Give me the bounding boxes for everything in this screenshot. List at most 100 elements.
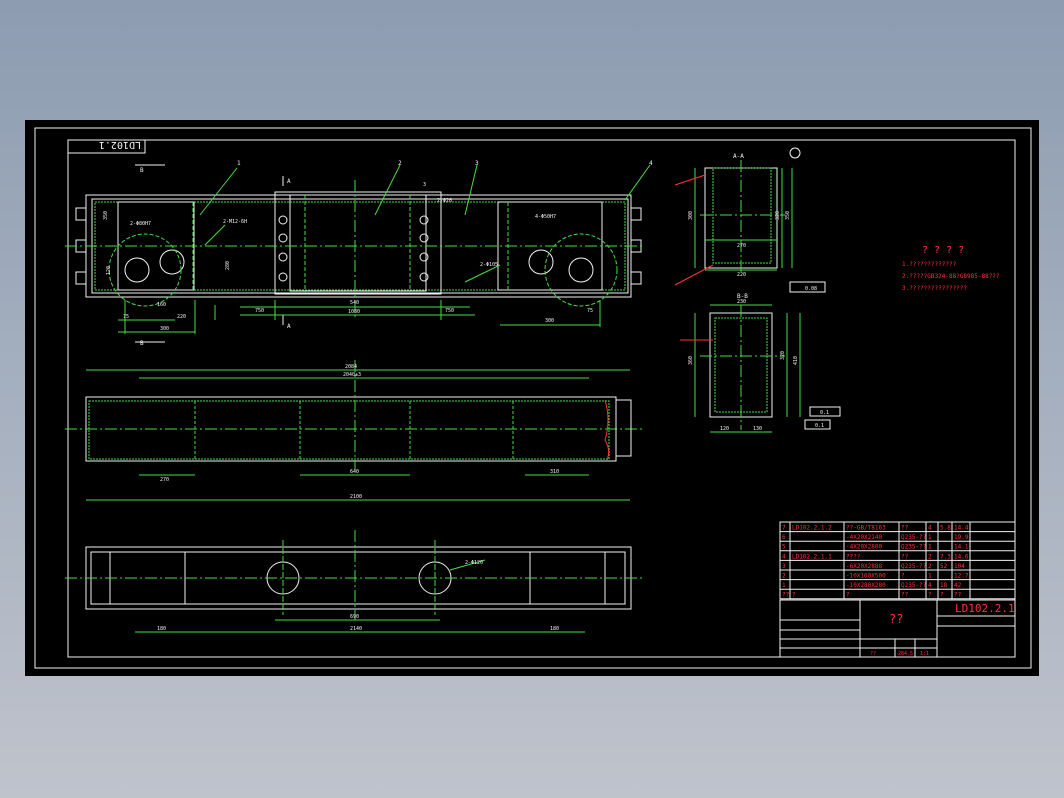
sb-dim-230: 230 bbox=[737, 299, 746, 305]
drawing-sheet: LD102.1 A A B B 1 2 3 4 2-Φ80H7 2-M12-6H… bbox=[25, 120, 1039, 676]
dim-220: 220 bbox=[177, 314, 186, 320]
parts-header-cell: ? bbox=[846, 592, 850, 599]
parts-table: 7 LD102.2.1.2 ??-GB/T8163?? 4 5.8 14.4 6 -4X20X… bbox=[779, 521, 1016, 600]
sb-tol-1: 0.1 bbox=[820, 410, 829, 416]
parts-cell: 19.9 bbox=[954, 534, 969, 541]
parts-cell: ??-GB/T8163 bbox=[846, 525, 886, 532]
front-view: 2084 2040±3 270 640 310 2100 bbox=[65, 360, 645, 501]
parts-cell: 12.7 bbox=[954, 573, 969, 580]
parts-cell: 1 bbox=[928, 573, 932, 580]
parts-cell: 104 bbox=[954, 563, 965, 570]
parts-cell: -6X20X2888 bbox=[846, 563, 883, 570]
title-ratio: ?? bbox=[870, 651, 876, 657]
bottom-view: 2-Φ120 180 690 2140 180 bbox=[65, 530, 645, 633]
sa-dim-350: 350 bbox=[785, 211, 791, 220]
dim-1080: 1080 bbox=[348, 309, 360, 315]
parts-header-cell: ? bbox=[792, 592, 796, 599]
parts-header-cell: ?? bbox=[954, 592, 962, 599]
dim-180-left: 180 bbox=[157, 626, 166, 632]
parts-cell: 14.1 bbox=[954, 544, 969, 551]
dim-300-left: 300 bbox=[160, 326, 169, 332]
parts-cell: 6 bbox=[782, 534, 786, 541]
note-phi120: 2-Φ120 bbox=[465, 560, 483, 566]
parts-header-cell: ?? bbox=[782, 592, 790, 599]
parts-cell: 2 bbox=[782, 573, 786, 580]
dim-640: 640 bbox=[350, 469, 359, 475]
parts-cell: LD102.2.1.1 bbox=[792, 553, 832, 560]
parts-cell: 4 bbox=[782, 553, 786, 560]
notes-title: ? ? ? ? bbox=[922, 245, 964, 256]
parts-cell: 1 bbox=[782, 582, 786, 589]
parts-cell: -10X280X280 bbox=[846, 582, 886, 589]
notes-line-3: 3.???????????????? bbox=[902, 285, 967, 292]
dim-v-280: 280 bbox=[225, 261, 231, 270]
parts-cell: 7 bbox=[782, 525, 786, 532]
parts-cell: ? bbox=[901, 573, 905, 580]
sb-dim-360: 360 bbox=[688, 356, 694, 365]
dim-300-right: 300 bbox=[545, 318, 554, 324]
parts-header-cell: ?? bbox=[901, 592, 909, 599]
sb-dim-120: 120 bbox=[720, 426, 729, 432]
balloon-1: 1 bbox=[237, 160, 241, 167]
parts-cell: 52 bbox=[940, 563, 948, 570]
sb-dim-410: 410 bbox=[793, 356, 799, 365]
dim-310: 310 bbox=[550, 469, 559, 475]
notes-line-2: 2.?????GB324-88?G8985-88??? bbox=[902, 273, 1000, 280]
parts-cell: 7.3 bbox=[940, 553, 951, 560]
dim-v-120: 120 bbox=[106, 266, 112, 275]
section-a-marker-bottom: A bbox=[287, 323, 291, 330]
section-a-title: A-A bbox=[733, 153, 744, 160]
parts-cell: -4X20X2800 bbox=[846, 544, 883, 551]
parts-cell: 14.4 bbox=[954, 525, 969, 532]
dim-270: 270 bbox=[160, 477, 169, 483]
dim-2100: 2100 bbox=[350, 494, 362, 500]
parts-cell: 2 bbox=[928, 553, 932, 560]
parts-cell: Q235-?? bbox=[901, 563, 927, 570]
parts-cell: Q235-?? bbox=[901, 534, 927, 541]
parts-cell: 2 bbox=[928, 563, 932, 570]
dim-750-right: 750 bbox=[445, 308, 454, 314]
dim-180-right: 180 bbox=[550, 626, 559, 632]
dim-75-left: 75 bbox=[123, 314, 129, 320]
dim-750-left: 750 bbox=[255, 308, 264, 314]
section-b-marker-bottom: B bbox=[140, 340, 144, 347]
balloon-3: 3 bbox=[475, 160, 479, 167]
sb-dim-130: 130 bbox=[753, 426, 762, 432]
note-hole-left: 2-Φ80H7 bbox=[130, 221, 151, 227]
title-drawing-no: LD102.2.1 bbox=[955, 602, 1015, 615]
note-m12: 2-M12-6H bbox=[223, 219, 247, 225]
parts-cell: 14.6 bbox=[954, 553, 969, 560]
sa-dim-320: 320 bbox=[775, 211, 781, 220]
title-name: ?? bbox=[889, 612, 903, 626]
title-mass: 284.5 bbox=[898, 651, 913, 657]
note-4m8: 2-Φ20 bbox=[437, 198, 452, 204]
notes-line-1: 1.????????????? bbox=[902, 261, 957, 268]
title-block: LD102.2.1 ?? ?? 284.5 1:1 bbox=[779, 599, 1016, 658]
parts-cell: 1 bbox=[928, 534, 932, 541]
parts-cell: 4 bbox=[928, 525, 932, 532]
parts-header-cell: ? bbox=[940, 592, 944, 599]
dim-2040: 2040±3 bbox=[343, 372, 361, 378]
balloon-4: 4 bbox=[649, 160, 653, 167]
drawing-number-text: LD102.1 bbox=[99, 139, 141, 150]
parts-cell: -4X20X2140 bbox=[846, 534, 883, 541]
section-b-view: B-B 230 320 360 120 130 410 0.1 0.1 bbox=[680, 293, 841, 433]
parts-header-cell: ? bbox=[928, 592, 932, 599]
drawing-number-box: LD102.1 bbox=[68, 139, 146, 154]
parts-cell: Q235-?? bbox=[901, 544, 927, 551]
section-a-marker: A bbox=[287, 178, 291, 185]
parts-cell: 1 bbox=[928, 544, 932, 551]
sb-dim-320: 320 bbox=[780, 351, 786, 360]
dim-v-350: 350 bbox=[103, 211, 109, 220]
note-hole-right: 4-Φ50H7 bbox=[535, 214, 556, 220]
main-view: A A B B 1 2 3 4 2-Φ80H7 2-M12-6H 2-Φ20 4… bbox=[65, 160, 653, 347]
dim-540: 540 bbox=[350, 300, 359, 306]
section-a-view: A-A 270 220 300 350 320 0.08 bbox=[674, 147, 826, 293]
dim-75-right: 75 bbox=[587, 308, 593, 314]
dim-2140: 2140 bbox=[350, 626, 362, 632]
note-3: 3 bbox=[423, 182, 426, 188]
sa-dim-270: 270 bbox=[737, 243, 746, 249]
dim-2084: 2084 bbox=[345, 364, 357, 370]
parts-cell: 5.8 bbox=[940, 525, 951, 532]
sa-tolerance: 0.08 bbox=[805, 286, 817, 292]
